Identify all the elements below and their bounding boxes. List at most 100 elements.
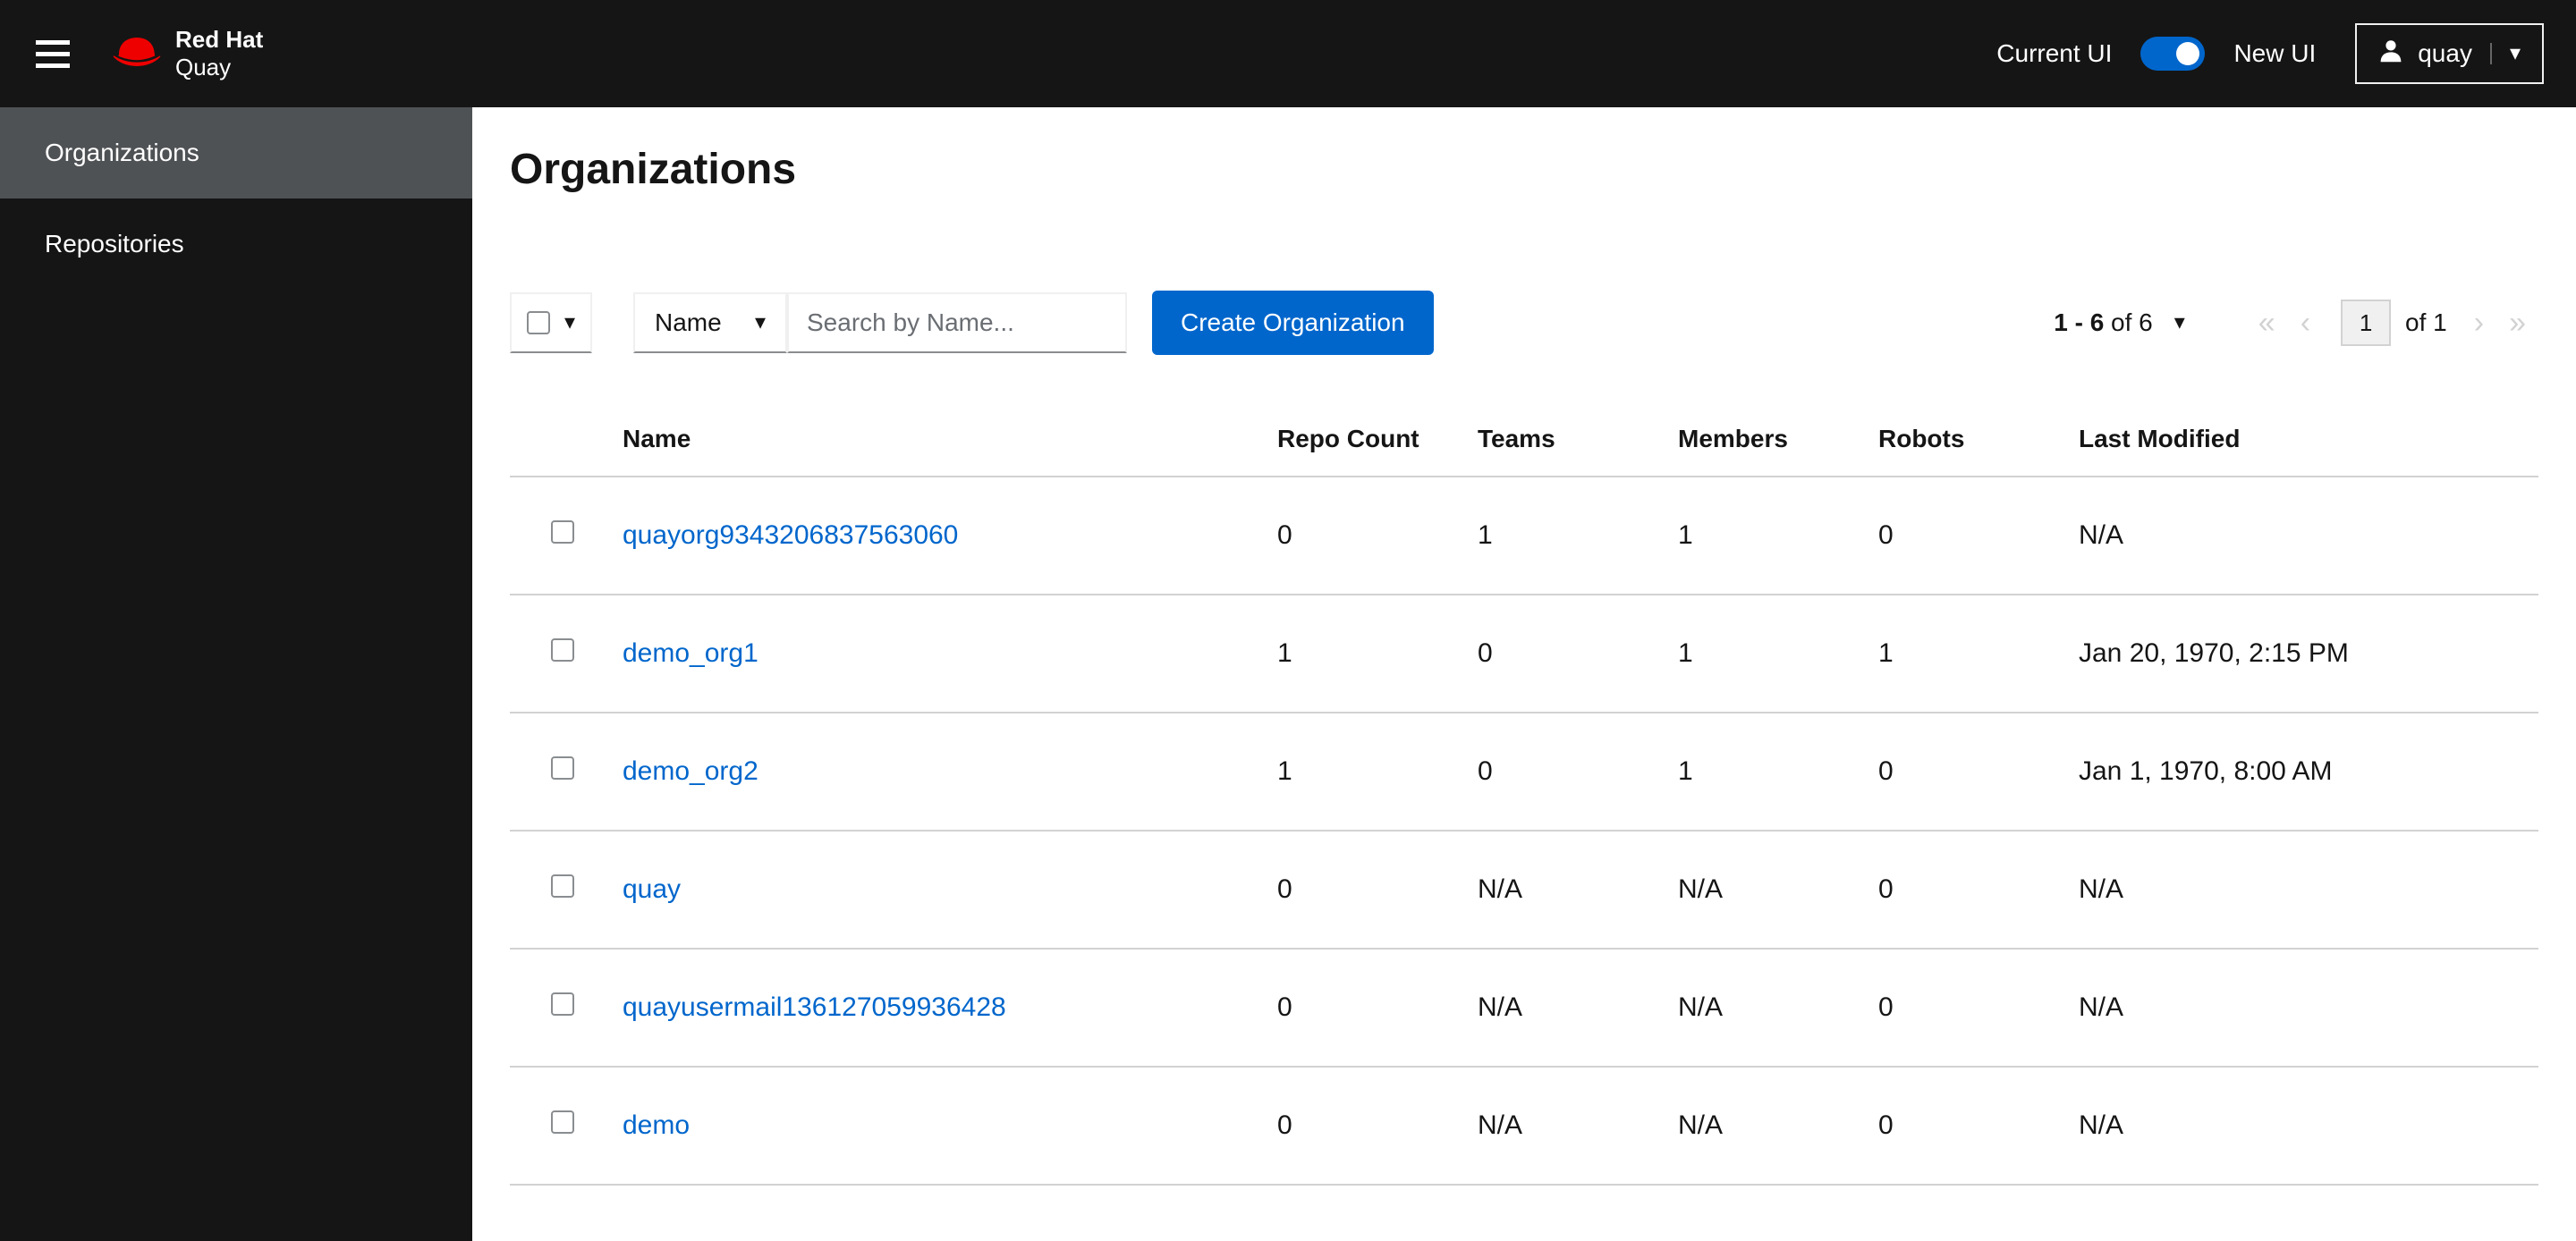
caret-down-icon: ▾ — [2489, 43, 2521, 64]
robots-cell: 0 — [1878, 874, 1894, 904]
column-header-last-modified: Last Modified — [2079, 424, 2241, 452]
table-body: quayorg9343206837563060 0 1 1 0 N/A demo… — [510, 477, 2538, 1185]
caret-down-icon: ▾ — [754, 310, 766, 334]
org-name-link[interactable]: quay — [623, 874, 681, 904]
main-content: Organizations ▾ Name ▾ Create Organizati… — [472, 107, 2576, 1241]
org-name-cell: quay — [623, 831, 1277, 949]
masthead: Red Hat Quay Current UI New UI quay ▾ — [0, 0, 2576, 107]
current-ui-label: Current UI — [1996, 39, 2113, 67]
members-cell: 1 — [1678, 520, 1693, 550]
row-checkbox[interactable] — [551, 874, 574, 898]
row-select-cell — [510, 831, 623, 949]
select-column-header — [510, 401, 623, 477]
column-header-members: Members — [1678, 424, 1788, 452]
user-name: quay — [2418, 39, 2472, 67]
bulk-select-dropdown[interactable]: ▾ — [510, 292, 592, 353]
brand-text: Red Hat Quay — [175, 26, 263, 81]
table-row: demo_org2 1 0 1 0 Jan 1, 1970, 8:00 AM — [510, 713, 2538, 831]
column-header-teams: Teams — [1478, 424, 1555, 452]
ui-toggle-switch[interactable] — [2140, 37, 2206, 71]
last-modified-cell: N/A — [2079, 874, 2124, 904]
first-page-button[interactable]: « — [2246, 300, 2288, 345]
last-modified-cell: N/A — [2079, 992, 2124, 1022]
next-page-button[interactable]: › — [2462, 300, 2496, 345]
repo-count-cell: 1 — [1277, 638, 1292, 668]
nav-toggle-button[interactable] — [29, 30, 77, 79]
row-checkbox[interactable] — [551, 520, 574, 544]
layout: Organizations Repositories Organizations… — [0, 107, 2576, 1241]
last-modified-cell: N/A — [2079, 1110, 2124, 1140]
brand-line2: Quay — [175, 54, 232, 80]
robots-cell: 0 — [1878, 1110, 1894, 1140]
org-name-link[interactable]: quayusermail136127059936428 — [623, 992, 1006, 1022]
pagination: 1 - 6 of 6 ▾ « ‹ of 1 › » — [2054, 300, 2538, 346]
row-checkbox[interactable] — [551, 638, 574, 662]
caret-down-icon: ▾ — [564, 310, 576, 334]
pagination-range: 1 - 6 — [2054, 308, 2105, 336]
red-hat-fedora-icon — [113, 32, 161, 75]
repo-count-cell: 0 — [1277, 992, 1292, 1022]
create-organization-button[interactable]: Create Organization — [1152, 291, 1434, 355]
org-name-link[interactable]: demo_org1 — [623, 638, 758, 668]
column-header-name: Name — [623, 424, 691, 452]
repo-count-cell: 0 — [1277, 1110, 1292, 1140]
filter-column-dropdown[interactable]: Name ▾ — [633, 292, 787, 353]
user-menu-dropdown[interactable]: quay ▾ — [2355, 23, 2544, 84]
current-page-input[interactable] — [2341, 300, 2392, 346]
last-modified-cell: Jan 20, 1970, 2:15 PM — [2079, 638, 2349, 668]
per-page-dropdown[interactable]: 1 - 6 of 6 ▾ — [2054, 308, 2185, 337]
table-row: quayorg9343206837563060 0 1 1 0 N/A — [510, 477, 2538, 595]
org-name-link[interactable]: demo_org2 — [623, 756, 758, 786]
org-name-cell: quayusermail136127059936428 — [623, 949, 1277, 1067]
previous-page-button[interactable]: ‹ — [2288, 300, 2323, 345]
members-cell: N/A — [1678, 874, 1724, 904]
last-page-button[interactable]: » — [2496, 300, 2538, 345]
organizations-table: Name Repo Count Teams Members Robots Las… — [510, 401, 2538, 1186]
pagination-total: of 6 — [2111, 308, 2153, 336]
masthead-right: Current UI New UI quay ▾ — [1996, 23, 2544, 84]
row-select-cell — [510, 713, 623, 831]
org-name-cell: quayorg9343206837563060 — [623, 477, 1277, 595]
sidebar-item-label: Organizations — [45, 139, 199, 166]
robots-cell: 0 — [1878, 992, 1894, 1022]
repo-count-cell: 1 — [1277, 756, 1292, 786]
row-checkbox[interactable] — [551, 756, 574, 780]
org-name-cell: demo_org1 — [623, 595, 1277, 713]
teams-cell: N/A — [1478, 874, 1523, 904]
column-header-repo-count: Repo Count — [1277, 424, 1419, 452]
row-select-cell — [510, 477, 623, 595]
org-name-link[interactable]: demo — [623, 1110, 690, 1140]
sidebar-item-repositories[interactable]: Repositories — [0, 198, 472, 290]
robots-cell: 1 — [1878, 638, 1894, 668]
table-row: demo 0 N/A N/A 0 N/A — [510, 1067, 2538, 1185]
row-checkbox[interactable] — [551, 1110, 574, 1134]
org-name-cell: demo — [623, 1067, 1277, 1185]
search-input[interactable] — [787, 292, 1127, 353]
last-modified-cell: N/A — [2079, 520, 2124, 550]
teams-cell: N/A — [1478, 1110, 1523, 1140]
table-row: quayusermail136127059936428 0 N/A N/A 0 … — [510, 949, 2538, 1067]
members-cell: 1 — [1678, 756, 1693, 786]
sidebar-item-organizations[interactable]: Organizations — [0, 107, 472, 198]
sidebar-item-label: Repositories — [45, 230, 184, 257]
row-select-cell — [510, 595, 623, 713]
members-cell: 1 — [1678, 638, 1693, 668]
bulk-select-checkbox[interactable] — [526, 311, 550, 334]
caret-down-icon: ▾ — [2174, 310, 2185, 334]
org-name-link[interactable]: quayorg9343206837563060 — [623, 520, 958, 550]
members-cell: N/A — [1678, 1110, 1724, 1140]
user-icon — [2378, 38, 2403, 70]
total-pages-label: of 1 — [2405, 308, 2447, 336]
repo-count-cell: 0 — [1277, 520, 1292, 550]
row-checkbox[interactable] — [551, 992, 574, 1016]
sidebar: Organizations Repositories — [0, 107, 472, 1241]
brand-logo: Red Hat Quay — [113, 26, 263, 81]
row-select-cell — [510, 949, 623, 1067]
switch-knob — [2176, 42, 2200, 65]
table-header: Name Repo Count Teams Members Robots Las… — [510, 401, 2538, 477]
teams-cell: 0 — [1478, 756, 1493, 786]
teams-cell: 0 — [1478, 638, 1493, 668]
row-select-cell — [510, 1067, 623, 1185]
page-title: Organizations — [510, 146, 797, 193]
pagination-nav: « ‹ of 1 › » — [2246, 300, 2538, 346]
